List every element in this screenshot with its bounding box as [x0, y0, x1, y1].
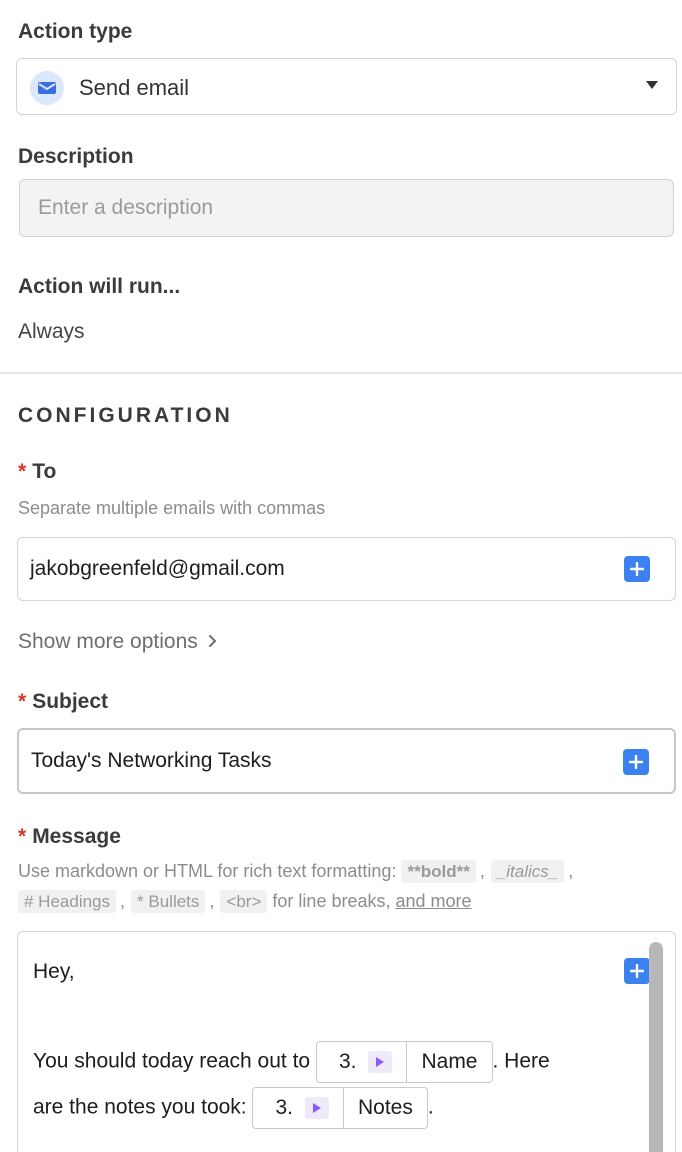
message-hint-line-2: # Headings, * Bullets, <br> for line break…: [18, 890, 472, 913]
section-divider: [0, 372, 682, 374]
message-line-1: You should today reach out to 3. Name . …: [33, 1041, 550, 1083]
plus-icon: [629, 755, 643, 769]
subject-label: * Subject: [18, 690, 108, 714]
chevron-down-icon: [646, 81, 658, 89]
message-line-2: are the notes you took: 3. Notes .: [33, 1087, 434, 1129]
play-icon: [368, 1051, 393, 1073]
hint-suffix: for line breaks,: [272, 891, 391, 911]
message-scrollbar[interactable]: [649, 942, 663, 1152]
insert-field-button[interactable]: [624, 958, 650, 984]
required-mark: *: [18, 460, 27, 483]
to-value: jakobgreenfeld@gmail.com: [30, 557, 285, 580]
insert-field-button[interactable]: [623, 749, 649, 775]
subject-field[interactable]: Today's Networking Tasks: [17, 728, 676, 794]
message-label-text: Message: [32, 825, 121, 848]
field-token-name[interactable]: 3. Name: [315, 1041, 493, 1083]
code-br: <br>: [220, 890, 268, 913]
action-type-value: Send email: [79, 75, 190, 100]
required-mark: *: [18, 825, 27, 848]
show-more-options-link[interactable]: Show more options: [18, 630, 218, 654]
chevron-right-icon: [208, 630, 218, 654]
to-field[interactable]: jakobgreenfeld@gmail.com: [17, 537, 676, 601]
code-bold: **bold**: [401, 860, 476, 883]
run-condition-value: Always: [18, 320, 85, 343]
plus-icon: [630, 562, 644, 576]
configuration-heading: CONFIGURATION: [18, 404, 233, 427]
code-italics: _italics_: [490, 860, 565, 883]
show-more-label: Show more options: [18, 630, 198, 653]
mail-icon: [30, 71, 64, 105]
description-input[interactable]: [19, 179, 674, 237]
field-token-notes[interactable]: 3. Notes: [252, 1087, 428, 1129]
subject-value: Today's Networking Tasks: [31, 749, 272, 772]
to-hint: Separate multiple emails with commas: [18, 498, 326, 518]
to-label-text: To: [32, 460, 57, 483]
to-label: * To: [18, 460, 56, 484]
required-mark: *: [18, 690, 27, 713]
action-type-select[interactable]: Send email: [16, 58, 677, 115]
message-label: * Message: [18, 825, 121, 849]
run-condition-label: Action will run...: [18, 275, 181, 298]
hint-prefix: Use markdown or HTML for rich text forma…: [18, 861, 397, 881]
action-type-label: Action type: [18, 20, 133, 43]
and-more-link[interactable]: and more: [396, 891, 472, 911]
plus-icon: [630, 964, 644, 978]
subject-label-text: Subject: [32, 690, 109, 713]
code-headings: # Headings: [18, 890, 117, 913]
play-icon: [305, 1097, 329, 1119]
message-greeting: Hey,: [33, 960, 75, 983]
description-label: Description: [18, 145, 134, 168]
message-hint-line-1: Use markdown or HTML for rich text forma…: [18, 860, 574, 883]
insert-field-button[interactable]: [624, 556, 650, 582]
code-bullets: * Bullets: [131, 890, 206, 913]
message-editor[interactable]: Hey, You should today reach out to 3. Na…: [17, 931, 676, 1152]
